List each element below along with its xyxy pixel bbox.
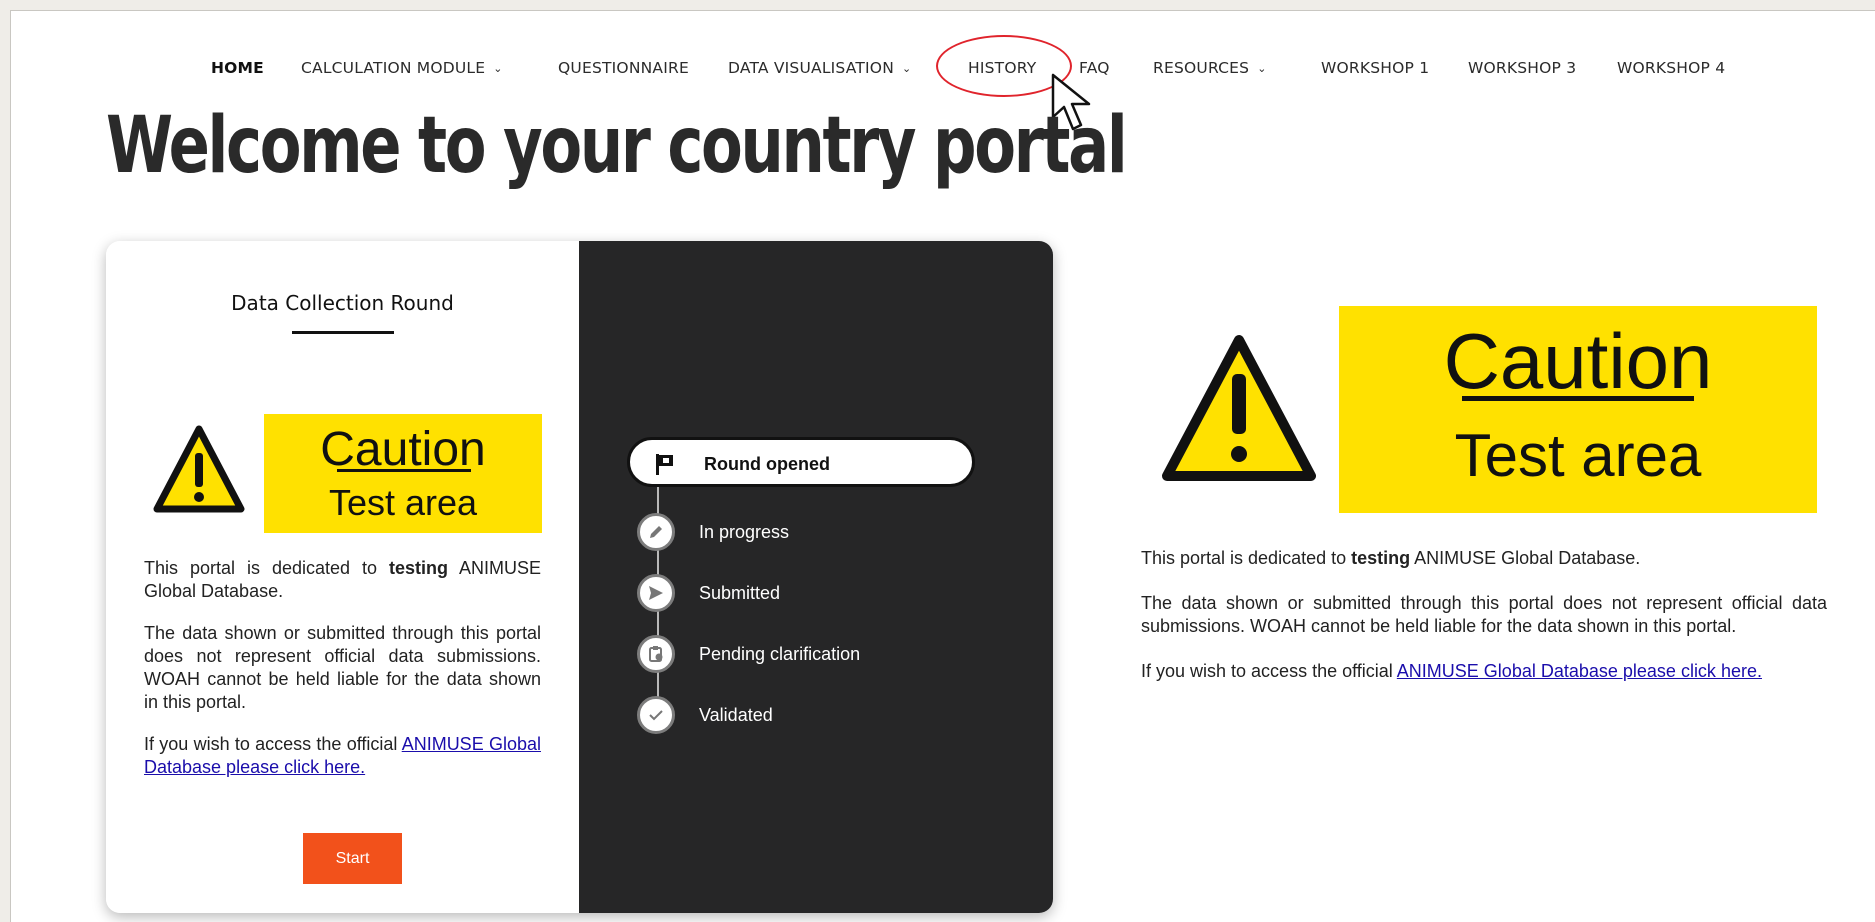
nav-workshop-1[interactable]: WORKSHOP 1 <box>1321 59 1429 77</box>
status-label: Submitted <box>699 583 781 603</box>
status-label: In progress <box>699 522 790 542</box>
caution-test-area-sign-large: Caution Test area <box>1162 306 1817 513</box>
nav-questionnaire[interactable]: QUESTIONNAIRE <box>558 59 689 77</box>
nav-workshop-3[interactable]: WORKSHOP 3 <box>1468 59 1576 77</box>
status-validated: Validated <box>637 696 997 736</box>
chevron-down-icon: ⌄ <box>493 62 503 75</box>
nav-calculation-module[interactable]: CALCULATION MODULE ⌄ <box>301 59 503 77</box>
chevron-down-icon: ⌄ <box>1257 62 1267 75</box>
card-left-panel: Data Collection Round Caution Test area … <box>106 241 579 913</box>
top-navigation: HOME CALCULATION MODULE ⌄ QUESTIONNAIRE D… <box>11 11 1875 131</box>
nav-data-visualisation[interactable]: DATA VISUALISATION ⌄ <box>728 59 911 77</box>
test-portal-notice: This portal is dedicated to testing ANIM… <box>144 557 541 798</box>
caution-subheading: Test area <box>1455 422 1702 489</box>
status-submitted: Submitted <box>637 574 997 614</box>
flag-icon <box>656 454 673 475</box>
caution-heading: Caution <box>320 423 485 476</box>
caution-subheading: Test area <box>329 482 478 523</box>
status-in-progress: In progress <box>637 513 997 553</box>
start-button[interactable]: Start <box>303 833 402 884</box>
page-title: Welcome to your country portal <box>106 101 1128 191</box>
notice-line-2: The data shown or submitted through this… <box>1141 593 1827 636</box>
status-round-opened: Round opened <box>627 437 975 487</box>
title-underline <box>292 331 394 334</box>
nav-workshop-4[interactable]: WORKSHOP 4 <box>1617 59 1725 77</box>
notice-line-3: If you wish to access the official ANIMU… <box>1141 661 1762 681</box>
clipboard-clock-icon <box>637 635 675 673</box>
notice-line-1: This portal is dedicated to testing ANIM… <box>144 558 541 601</box>
round-title: Data Collection Round <box>231 291 454 315</box>
caution-test-area-sign: Caution Test area <box>153 414 542 533</box>
data-collection-card: Data Collection Round Caution Test area … <box>106 241 1053 913</box>
notice-line-3: If you wish to access the official ANIMU… <box>144 734 541 777</box>
nav-resources[interactable]: RESOURCES ⌄ <box>1153 59 1267 77</box>
notice-line-2: The data shown or submitted through this… <box>144 623 541 712</box>
caution-heading: Caution <box>1444 317 1713 405</box>
official-database-link[interactable]: ANIMUSE Global Database please click her… <box>1397 661 1762 681</box>
status-pending-clarification: Pending clarification <box>637 635 997 675</box>
status-label: Validated <box>699 705 773 725</box>
warning-triangle-icon <box>1162 335 1316 481</box>
round-status-panel: Round opened In progress Submitted Pendi… <box>579 241 1053 913</box>
test-portal-notice-side: This portal is dedicated to testing ANIM… <box>1141 547 1827 705</box>
status-label: Pending clarification <box>699 644 861 664</box>
warning-triangle-icon <box>153 425 245 513</box>
page: HOME CALCULATION MODULE ⌄ QUESTIONNAIRE D… <box>10 10 1875 922</box>
status-label: Round opened <box>704 454 830 474</box>
chevron-down-icon: ⌄ <box>902 62 912 75</box>
check-icon <box>637 696 675 734</box>
nav-home[interactable]: HOME <box>211 59 264 77</box>
send-icon <box>637 574 675 612</box>
pencil-icon <box>637 513 675 551</box>
notice-line-1: This portal is dedicated to testing ANIM… <box>1141 548 1641 568</box>
